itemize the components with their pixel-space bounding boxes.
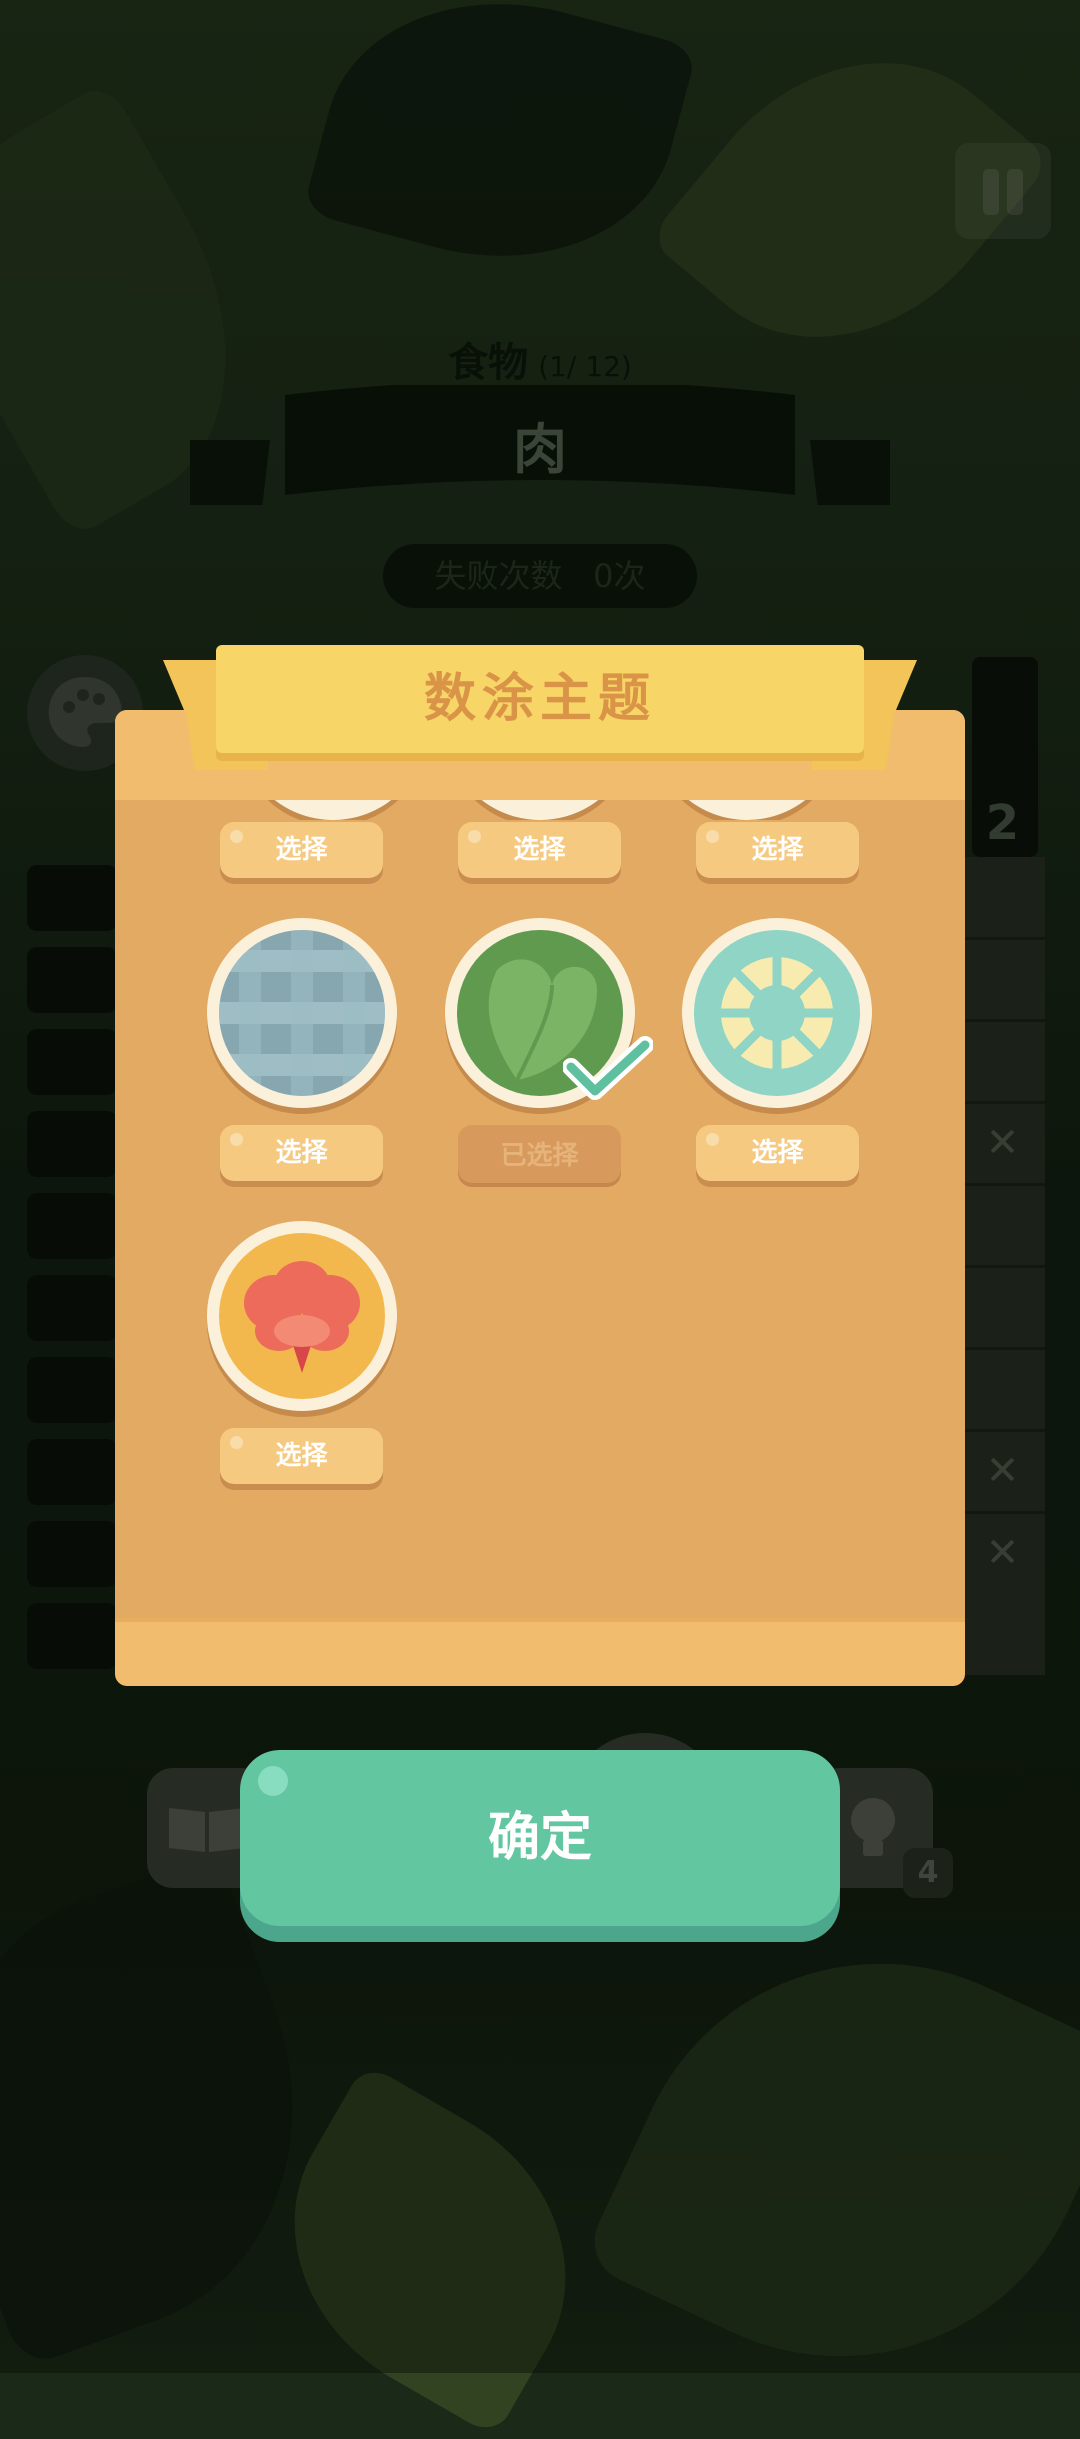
confirm-label: 确定 [487,1808,592,1868]
dialog-title: 数涂主题 [423,669,656,729]
selected-label: 已选择 [500,1141,579,1171]
select-button[interactable]: 选择 [220,1125,383,1181]
plaid-theme-item[interactable] [207,918,397,1108]
select-button[interactable]: 选择 [696,1125,859,1181]
citrus-pattern-icon [694,930,860,1096]
confirm-button[interactable]: 确定 [240,1750,840,1926]
theme-item-partial[interactable] [652,800,842,820]
dialog-footer [115,1618,965,1686]
plaid-pattern-icon [219,930,385,1096]
button-highlight [706,1133,719,1146]
button-highlight [706,830,719,843]
theme-item-partial[interactable] [445,800,635,820]
button-highlight [230,830,243,843]
select-label: 选择 [275,1138,328,1168]
select-label: 选择 [275,835,328,865]
select-button[interactable]: 选择 [220,822,383,878]
select-button[interactable]: 选择 [696,822,859,878]
hibiscus-theme-item[interactable] [207,1221,397,1411]
citrus-theme-item[interactable] [682,918,872,1108]
select-label: 选择 [751,835,804,865]
button-highlight [230,1133,243,1146]
select-button[interactable]: 选择 [458,822,621,878]
select-label: 选择 [513,835,566,865]
checkmark-icon [563,1036,653,1100]
scrolled-row [115,800,965,820]
button-highlight [230,1436,243,1449]
select-label: 选择 [751,1138,804,1168]
theme-item-partial[interactable] [238,800,428,820]
select-label: 选择 [275,1441,328,1471]
select-button[interactable]: 选择 [220,1428,383,1484]
hibiscus-flower-icon [219,1233,385,1399]
selected-button[interactable]: 已选择 [458,1125,621,1187]
button-highlight [258,1766,288,1796]
button-highlight [468,830,481,843]
